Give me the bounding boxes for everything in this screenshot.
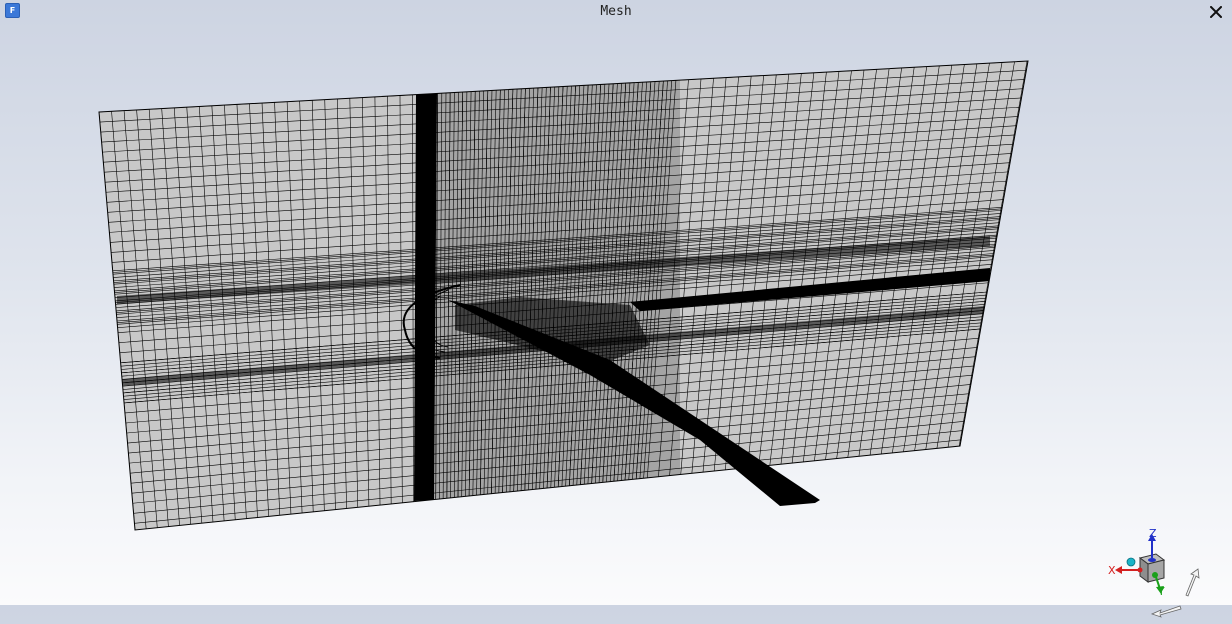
triad-y-label: Y: [1158, 585, 1165, 598]
refined-region: [434, 79, 680, 500]
orientation-triad[interactable]: Z X Y: [1100, 524, 1210, 624]
triad-x-label: X: [1108, 564, 1116, 577]
triad-z-label: Z: [1149, 527, 1157, 540]
graphics-viewport[interactable]: Z X Y: [0, 24, 1232, 618]
close-icon: [1210, 6, 1222, 18]
window-titlebar: F Mesh: [0, 0, 1232, 24]
window-title: Mesh: [600, 4, 632, 19]
mesh-canvas[interactable]: [0, 24, 1232, 605]
close-button[interactable]: [1206, 2, 1226, 22]
